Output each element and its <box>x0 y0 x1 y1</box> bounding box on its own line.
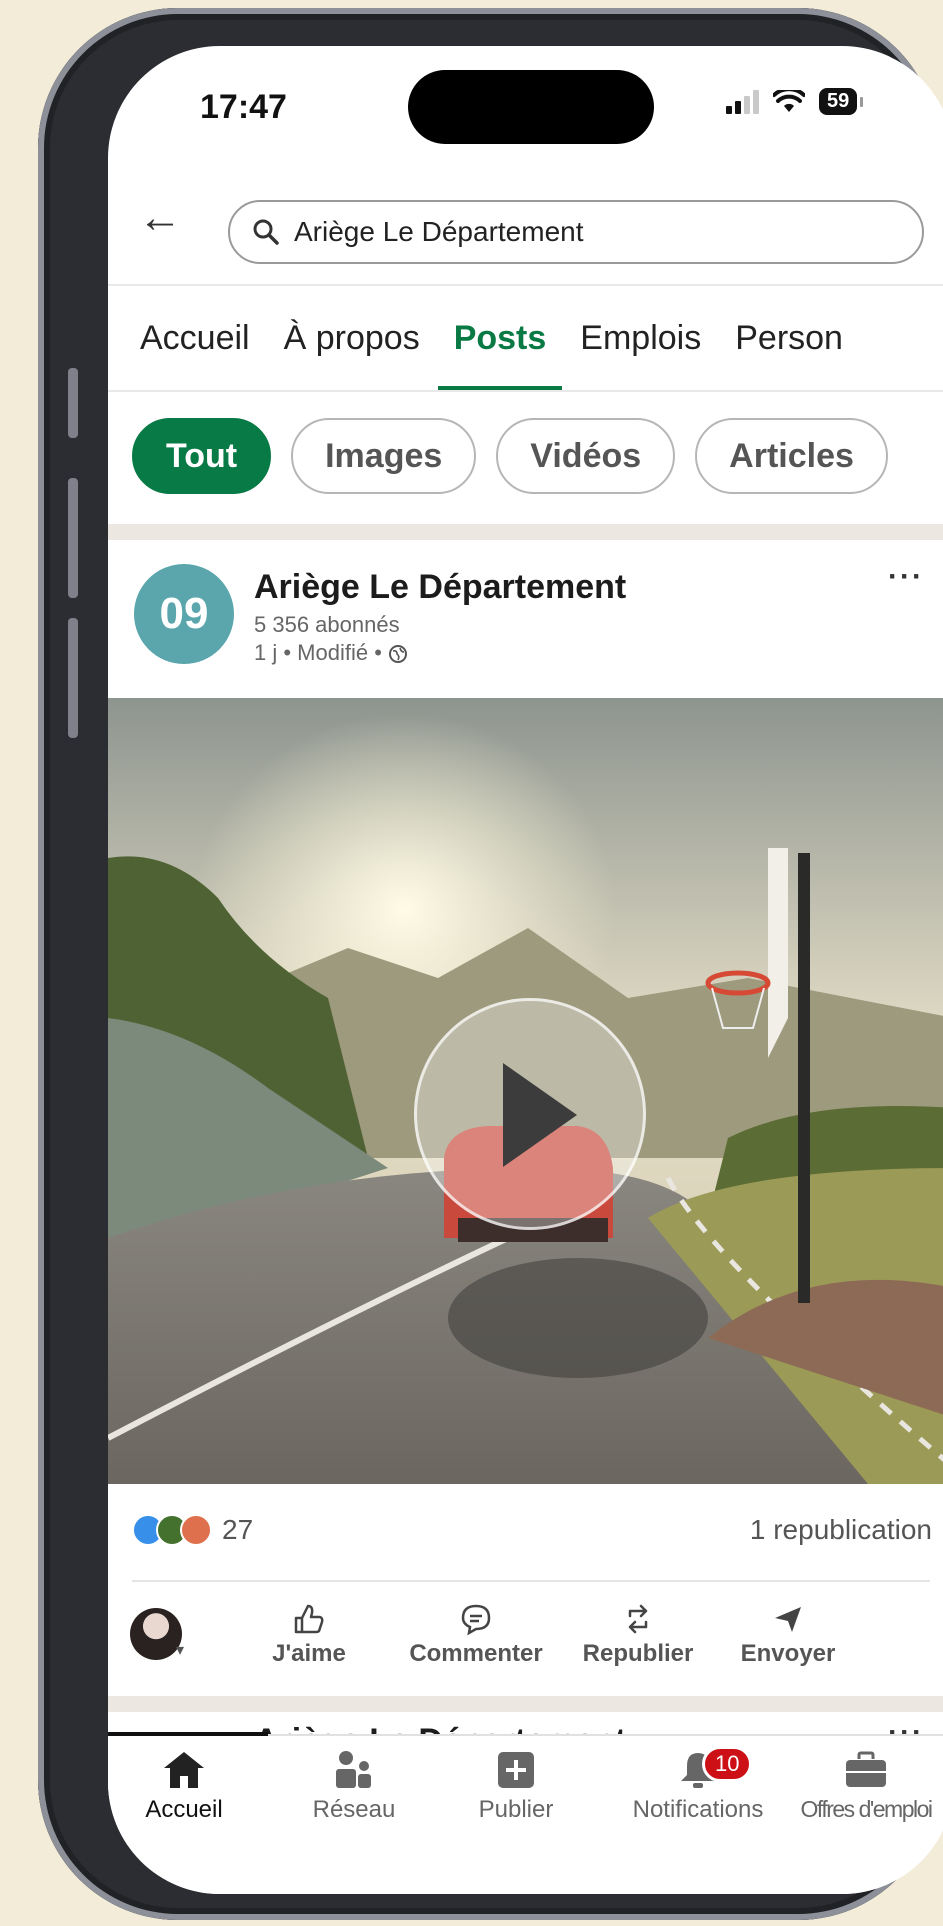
post-meta: 1 j • Modifié • <box>254 640 408 666</box>
nav-publish-label: Publier <box>478 1796 554 1823</box>
section-divider <box>108 1696 943 1712</box>
briefcase-icon <box>846 1751 886 1787</box>
love-reaction-icon <box>180 1514 212 1546</box>
chevron-down-icon[interactable]: ▾ <box>176 1640 184 1660</box>
like-label: J'aime <box>272 1640 346 1667</box>
filter-chips: Tout Images Vidéos Articles <box>132 418 888 494</box>
tab-personnes[interactable]: Person <box>735 286 843 390</box>
repost-label: Republier <box>582 1640 694 1667</box>
search-header: ← Ariège Le Département <box>108 164 943 286</box>
reactions-summary[interactable]: 27 <box>132 1514 253 1546</box>
tab-posts[interactable]: Posts <box>437 286 562 390</box>
phone-screen: 17:47 59 ← Ariège Le Département Accueil… <box>108 46 943 1894</box>
notification-badge: 10 <box>702 1746 753 1782</box>
filter-articles[interactable]: Articles <box>695 418 888 494</box>
phone-side-button <box>68 478 78 598</box>
search-query: Ariège Le Département <box>294 216 584 247</box>
home-icon <box>164 1752 204 1788</box>
post-actions: ▾ J'aime Commenter Republier Envoyer <box>108 1594 943 1694</box>
dynamic-island <box>408 70 654 144</box>
nav-home-label: Accueil <box>145 1796 223 1823</box>
nav-home[interactable]: Accueil <box>124 1750 244 1824</box>
comment-button[interactable]: Commenter <box>404 1602 548 1668</box>
repost-button[interactable]: Republier <box>574 1602 702 1668</box>
reposts-count[interactable]: 1 republication <box>750 1514 932 1546</box>
active-nav-indicator <box>108 1732 268 1736</box>
tab-accueil[interactable]: Accueil <box>140 286 250 390</box>
bottom-nav: Accueil Réseau Publier 10 Notifications … <box>108 1732 943 1894</box>
thumbs-up-icon <box>294 1604 324 1634</box>
post-video[interactable] <box>108 698 943 1484</box>
post-followers: 5 356 abonnés <box>254 612 400 637</box>
battery-icon: 59 <box>819 88 864 115</box>
wifi-icon <box>773 89 805 112</box>
status-icons: 59 <box>726 88 864 115</box>
company-logo[interactable]: 09 <box>134 564 234 664</box>
back-arrow-icon[interactable]: ← <box>138 196 182 240</box>
nav-network[interactable]: Réseau <box>294 1750 414 1824</box>
comment-icon <box>461 1604 491 1636</box>
page-tabs: Accueil À propos Posts Emplois Person <box>108 286 943 392</box>
avatar[interactable] <box>130 1608 182 1660</box>
filter-images[interactable]: Images <box>291 418 477 494</box>
send-label: Envoyer <box>740 1640 836 1667</box>
phone-side-button <box>68 368 78 438</box>
nav-publish[interactable]: Publier <box>466 1750 566 1824</box>
filter-videos[interactable]: Vidéos <box>496 418 676 494</box>
like-button[interactable]: J'aime <box>254 1602 364 1668</box>
more-options-icon[interactable]: ··· <box>888 560 924 594</box>
post-header: 09 Ariège Le Département 5 356 abonnés 1… <box>108 540 943 696</box>
section-divider <box>108 524 943 540</box>
phone-frame: 17:47 59 ← Ariège Le Département Accueil… <box>38 8 943 1920</box>
status-time: 17:47 <box>200 88 287 126</box>
reactions-count: 27 <box>222 1514 254 1545</box>
phone-side-button <box>68 618 78 738</box>
tab-emplois[interactable]: Emplois <box>580 286 701 390</box>
comment-label: Commenter <box>409 1640 543 1667</box>
send-button[interactable]: Envoyer <box>730 1602 846 1668</box>
nav-notifications-label: Notifications <box>632 1796 764 1823</box>
play-icon[interactable] <box>414 998 646 1230</box>
send-icon <box>775 1607 801 1632</box>
nav-network-label: Réseau <box>312 1796 396 1823</box>
separator <box>132 1580 930 1582</box>
post-author[interactable]: Ariège Le Département <box>254 568 626 607</box>
search-icon <box>253 219 279 245</box>
repost-icon <box>628 1604 648 1634</box>
search-input[interactable]: Ariège Le Département <box>228 200 924 264</box>
post-meta-text: 1 j • Modifié • <box>254 640 389 665</box>
tab-a-propos[interactable]: À propos <box>284 286 420 390</box>
publish-icon <box>498 1752 534 1788</box>
network-icon <box>336 1751 371 1788</box>
globe-icon <box>389 645 408 663</box>
filter-tout[interactable]: Tout <box>132 418 272 494</box>
signal-icon <box>726 89 759 114</box>
nav-notifications[interactable]: 10 Notifications <box>618 1746 778 1824</box>
nav-jobs-label: Offres d'emploi <box>800 1796 933 1822</box>
nav-jobs[interactable]: Offres d'emploi <box>778 1750 943 1823</box>
